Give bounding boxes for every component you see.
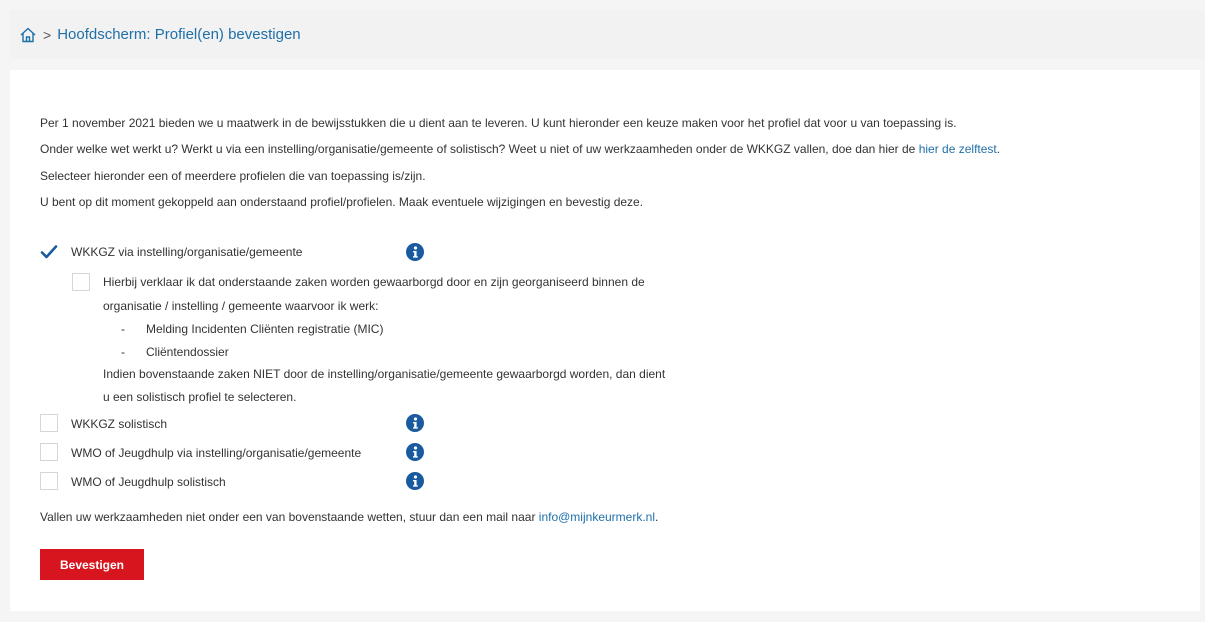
home-icon[interactable]: [19, 26, 37, 44]
info-icon[interactable]: [406, 414, 424, 432]
declaration-line-4: u een solistisch profiel te selecteren.: [103, 390, 297, 404]
profile-label-wkkgz-instelling: WKKGZ via instelling/organisatie/gemeent…: [71, 245, 303, 259]
checkbox-wmo-solistisch[interactable]: [40, 472, 58, 490]
profile-label-wmo-instelling: WMO of Jeugdhulp via instelling/organisa…: [71, 446, 362, 460]
bullet-marker: -: [121, 345, 125, 359]
breadcrumb: > Hoofdscherm: Profiel(en) bevestigen: [10, 10, 1204, 59]
intro-line-4: U bent op dit moment gekoppeld aan onder…: [40, 195, 644, 209]
intro-line-2: Onder welke wet werkt u? Werkt u via een…: [40, 142, 1000, 156]
breadcrumb-separator: >: [43, 26, 52, 43]
intro-line-2-text: Onder welke wet werkt u? Werkt u via een…: [40, 142, 919, 156]
checkbox-declaration[interactable]: [72, 273, 90, 291]
intro-line-2-end: .: [996, 142, 1001, 156]
declaration-line-2: organisatie / instelling / gemeente waar…: [103, 299, 379, 313]
info-icon[interactable]: [406, 243, 424, 261]
declaration-line-1: Hierbij verklaar ik dat onderstaande zak…: [103, 275, 645, 289]
checkbox-wmo-instelling[interactable]: [40, 443, 58, 461]
footer-text: Vallen uw werkzaamheden niet onder een v…: [40, 510, 539, 524]
footer-note: Vallen uw werkzaamheden niet onder een v…: [40, 510, 658, 524]
info-icon[interactable]: [406, 443, 424, 461]
declaration-bullet-dossier: Cliëntendossier: [146, 345, 229, 359]
confirm-button[interactable]: Bevestigen: [40, 549, 144, 580]
bullet-marker: -: [121, 322, 125, 336]
checkbox-wkkgz-solistisch[interactable]: [40, 414, 58, 432]
info-icon[interactable]: [406, 472, 424, 490]
self-test-link[interactable]: hier de zelftest: [919, 142, 997, 156]
profile-label-wkkgz-solistisch: WKKGZ solistisch: [71, 417, 168, 431]
checkbox-wkkgz-instelling[interactable]: [40, 243, 58, 261]
declaration-bullet-mic: Melding Incidenten Cliënten registratie …: [146, 322, 384, 336]
declaration-line-3: Indien bovenstaande zaken NIET door de i…: [103, 367, 666, 381]
checkmark-icon: [40, 245, 58, 259]
profile-label-wmo-solistisch: WMO of Jeugdhulp solistisch: [71, 475, 226, 489]
email-link[interactable]: info@mijnkeurmerk.nl: [539, 510, 655, 524]
profile-card: Per 1 november 2021 bieden we u maatwerk…: [10, 70, 1200, 611]
intro-line-3: Selecteer hieronder een of meerdere prof…: [40, 169, 426, 183]
intro-line-1: Per 1 november 2021 bieden we u maatwerk…: [40, 116, 957, 130]
footer-end: .: [655, 510, 659, 524]
page-title: Hoofdscherm: Profiel(en) bevestigen: [57, 26, 301, 43]
